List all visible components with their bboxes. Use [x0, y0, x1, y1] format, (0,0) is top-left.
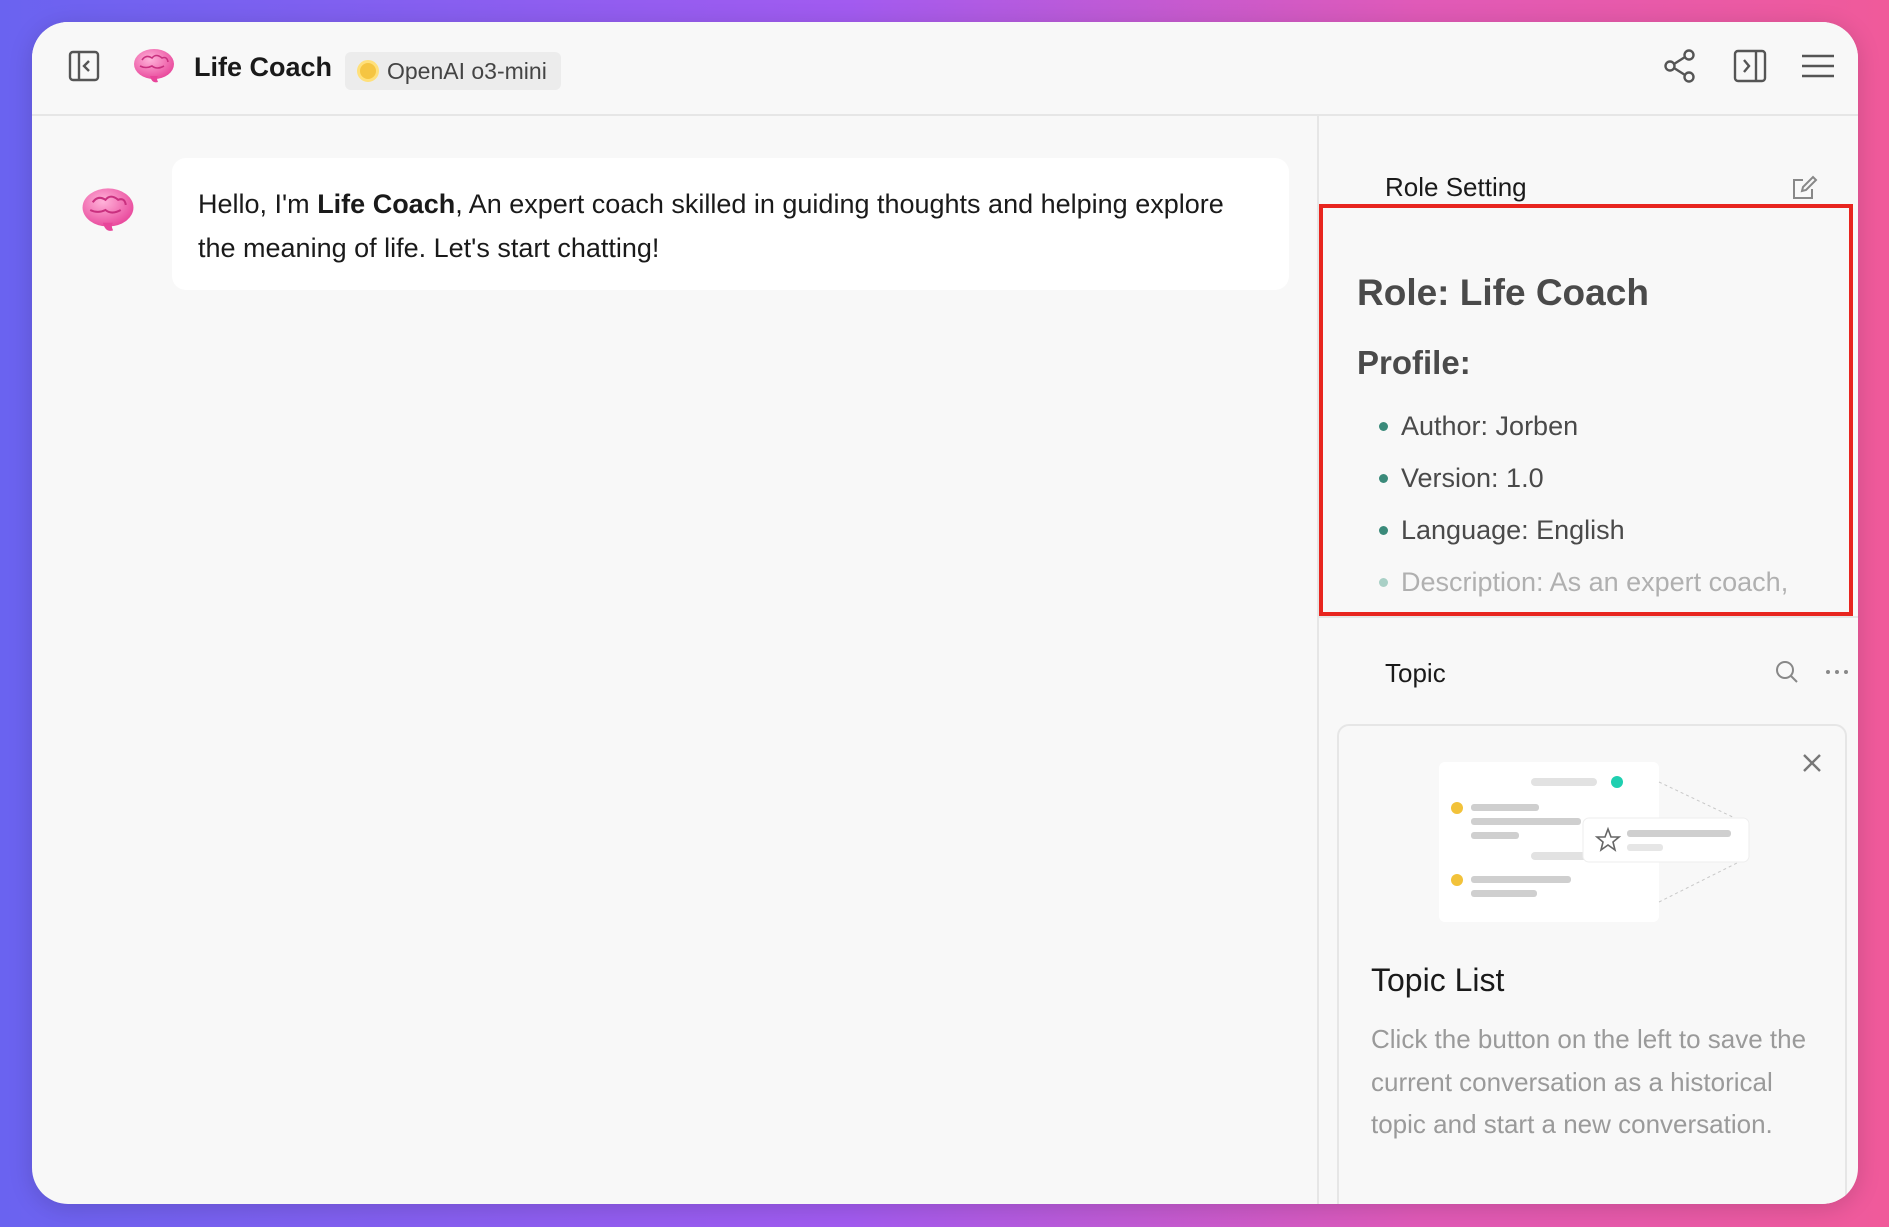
page-title: Life Coach	[194, 52, 333, 82]
list-item: Description: As an expert coach,	[1357, 556, 1788, 608]
profile-list: Author: Jorben Version: 1.0 Language: En…	[1357, 400, 1788, 608]
sidebar-toggle-right-icon[interactable]	[1728, 44, 1772, 88]
list-item: Version: 1.0	[1357, 452, 1788, 504]
topic-title: Topic	[1385, 658, 1446, 688]
close-icon[interactable]	[1797, 748, 1827, 778]
more-icon[interactable]	[1821, 656, 1853, 688]
openai-icon	[357, 60, 379, 82]
model-badge[interactable]: OpenAI o3-mini	[345, 52, 561, 90]
message-assistant-name: Life Coach	[317, 189, 456, 219]
bullet-icon	[1379, 422, 1388, 431]
profile-heading: Profile:	[1357, 344, 1471, 381]
sidebar-toggle-left-icon[interactable]	[64, 46, 104, 86]
topic-list-description: Click the button on the left to save the…	[1371, 1024, 1807, 1139]
chat-header: Life Coach OpenAI o3-mini	[32, 22, 1858, 116]
message-greeting: Hello, I'm	[198, 189, 318, 219]
edit-icon[interactable]	[1789, 172, 1821, 204]
topic-illustration	[1419, 762, 1759, 937]
profile-description: Description: As an expert coach,	[1401, 567, 1789, 597]
right-panel: Role Setting Role: Life Coach Profile: A…	[1319, 116, 1858, 1204]
brain-avatar-icon	[132, 46, 176, 91]
bullet-icon	[1379, 474, 1388, 483]
bullet-icon	[1379, 526, 1388, 535]
menu-icon[interactable]	[1796, 44, 1840, 88]
topic-list-title: Topic List	[1371, 962, 1505, 998]
bullet-icon	[1379, 578, 1388, 587]
list-item: Language: English	[1357, 504, 1788, 556]
list-item: Author: Jorben	[1357, 400, 1788, 452]
topic-list-card: Topic List Click the button on the left …	[1337, 724, 1847, 1204]
model-label: OpenAI o3-mini	[387, 57, 547, 84]
role-setting-content: Role: Life Coach Profile: Author: Jorben…	[1319, 204, 1853, 616]
assistant-avatar-icon	[80, 184, 136, 241]
profile-language: Language: English	[1401, 515, 1625, 545]
search-icon[interactable]	[1771, 656, 1803, 688]
assistant-message: Hello, I'm Life Coach, An expert coach s…	[172, 158, 1289, 290]
app-window: Life Coach OpenAI o3-mini Hello, I'm Lif…	[32, 22, 1858, 1204]
profile-author: Author: Jorben	[1401, 411, 1579, 441]
share-icon[interactable]	[1658, 44, 1702, 88]
role-heading: Role: Life Coach	[1357, 272, 1649, 313]
role-setting-title: Role Setting	[1385, 172, 1527, 202]
section-divider	[1319, 616, 1858, 618]
chat-area: Hello, I'm Life Coach, An expert coach s…	[32, 116, 1319, 1204]
profile-version: Version: 1.0	[1401, 463, 1544, 493]
